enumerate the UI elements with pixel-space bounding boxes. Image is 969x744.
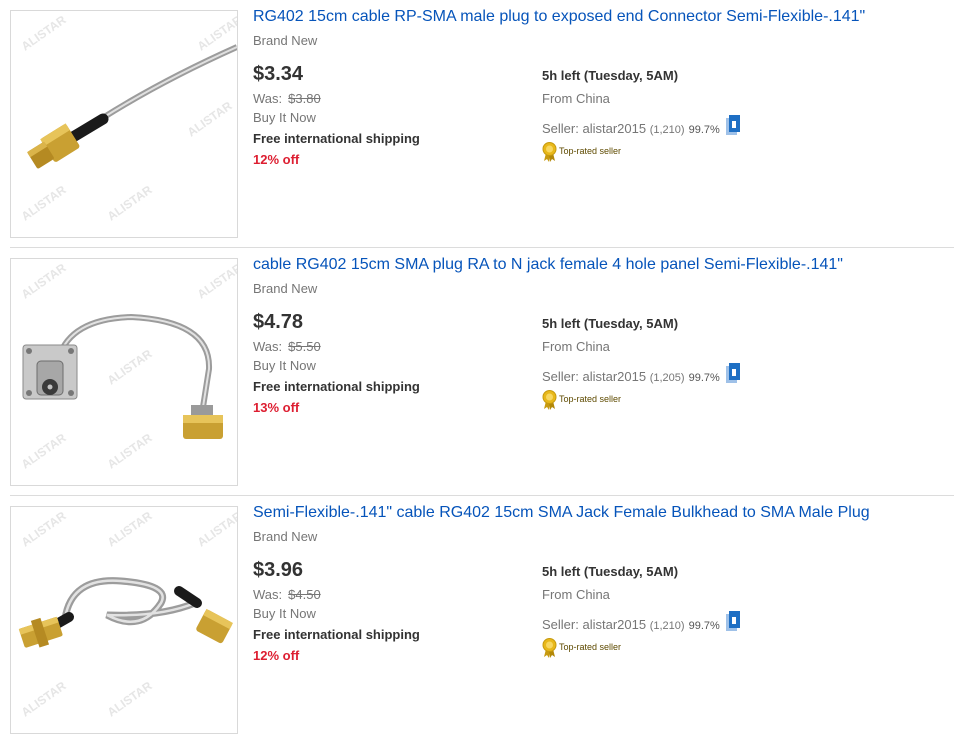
watermark: ALISTAR (105, 508, 155, 549)
top-rated-label: Top-rated seller (559, 642, 622, 652)
watermark: ALISTAR (105, 430, 155, 471)
watermark: ALISTAR (19, 260, 69, 301)
watermark: ALISTAR (19, 508, 69, 549)
buying-format: Buy It Now (253, 110, 316, 125)
watermark: ALISTAR (105, 346, 155, 387)
original-price: $5.50 (288, 339, 321, 354)
item-location: From China (542, 91, 610, 106)
listing-item: ALISTAR ALISTAR ALISTAR ALISTAR ALISTAR (0, 248, 969, 496)
store-icon[interactable] (726, 115, 740, 135)
item-location: From China (542, 587, 610, 602)
discount-badge: 13% off (253, 400, 300, 415)
listing-image[interactable]: ALISTAR ALISTAR ALISTAR ALISTAR ALISTAR (10, 506, 238, 734)
seller-name[interactable]: alistar2015 (582, 369, 646, 384)
seller-info: Seller: alistar2015 (1,205) 99.7% (542, 369, 720, 384)
listing-title-link[interactable]: RG402 15cm cable RP-SMA male plug to exp… (253, 8, 865, 26)
top-rated-badge-icon (542, 390, 557, 410)
top-rated-badge-icon (542, 638, 557, 658)
time-left: 5h left (Tuesday, 5AM) (542, 68, 679, 83)
top-rated-badge-icon (542, 142, 557, 162)
top-rated-label: Top-rated seller (559, 146, 622, 156)
shipping-info: Free international shipping (253, 131, 420, 146)
was-label: Was: (253, 91, 283, 106)
was-label: Was: (253, 339, 283, 354)
listing-item: ALISTAR ALISTAR ALISTAR ALISTAR ALISTAR (0, 496, 969, 744)
feedback-percent: 99.7% (688, 372, 720, 384)
seller-name[interactable]: alistar2015 (582, 617, 646, 632)
top-rated-label: Top-rated seller (559, 394, 622, 404)
seller-name[interactable]: alistar2015 (582, 121, 646, 136)
rp-sma-cable-image: ALISTAR ALISTAR ALISTAR ALISTAR ALISTAR (19, 12, 237, 223)
time-left: 5h left (Tuesday, 5AM) (542, 316, 679, 331)
item-location: From China (542, 339, 610, 354)
condition-label: Brand New (253, 529, 318, 544)
discount-badge: 12% off (253, 648, 300, 663)
shipping-info: Free international shipping (253, 379, 420, 394)
original-price: $3.80 (288, 91, 321, 106)
listing-image[interactable]: ALISTAR ALISTAR ALISTAR ALISTAR ALISTAR (10, 10, 238, 238)
watermark: ALISTAR (105, 182, 155, 223)
seller-label: Seller: (542, 121, 579, 136)
listing-item: ALISTAR ALISTAR ALISTAR ALISTAR ALISTAR … (0, 0, 969, 248)
watermark: ALISTAR (105, 678, 155, 719)
watermark: ALISTAR (19, 430, 69, 471)
seller-label: Seller: (542, 617, 579, 632)
buying-format: Buy It Now (253, 358, 316, 373)
seller-info: Seller: alistar2015 (1,210) 99.7% (542, 121, 720, 136)
watermark: ALISTAR (19, 182, 69, 223)
sma-bulkhead-cable-image: ALISTAR ALISTAR ALISTAR ALISTAR ALISTAR (19, 508, 237, 719)
feedback-percent: 99.7% (688, 620, 720, 632)
seller-label: Seller: (542, 369, 579, 384)
time-left: 5h left (Tuesday, 5AM) (542, 564, 679, 579)
store-icon[interactable] (726, 363, 740, 383)
sma-n-panel-cable-image: ALISTAR ALISTAR ALISTAR ALISTAR ALISTAR (19, 260, 237, 471)
feedback-count: (1,210) (649, 620, 685, 632)
condition-label: Brand New (253, 33, 318, 48)
watermark: ALISTAR (195, 508, 237, 549)
price: $4.78 (253, 311, 304, 333)
was-price-row: Was: $3.80 (253, 91, 321, 106)
listing-image[interactable]: ALISTAR ALISTAR ALISTAR ALISTAR ALISTAR (10, 258, 238, 486)
feedback-count: (1,210) (649, 124, 685, 136)
store-icon[interactable] (726, 611, 740, 631)
watermark: ALISTAR (19, 678, 69, 719)
was-price-row: Was: $4.50 (253, 587, 321, 602)
watermark: ALISTAR (195, 260, 237, 301)
watermark: ALISTAR (19, 12, 69, 53)
feedback-count: (1,205) (649, 372, 685, 384)
watermark: ALISTAR (185, 98, 235, 139)
buying-format: Buy It Now (253, 606, 316, 621)
original-price: $4.50 (288, 587, 321, 602)
was-price-row: Was: $5.50 (253, 339, 321, 354)
price: $3.34 (253, 63, 304, 85)
price: $3.96 (253, 559, 304, 581)
seller-info: Seller: alistar2015 (1,210) 99.7% (542, 617, 720, 632)
shipping-info: Free international shipping (253, 627, 420, 642)
discount-badge: 12% off (253, 152, 300, 167)
condition-label: Brand New (253, 281, 318, 296)
feedback-percent: 99.7% (688, 124, 720, 136)
listing-title-link[interactable]: cable RG402 15cm SMA plug RA to N jack f… (253, 256, 843, 274)
was-label: Was: (253, 587, 283, 602)
listing-title-link[interactable]: Semi-Flexible-.141" cable RG402 15cm SMA… (253, 504, 870, 522)
